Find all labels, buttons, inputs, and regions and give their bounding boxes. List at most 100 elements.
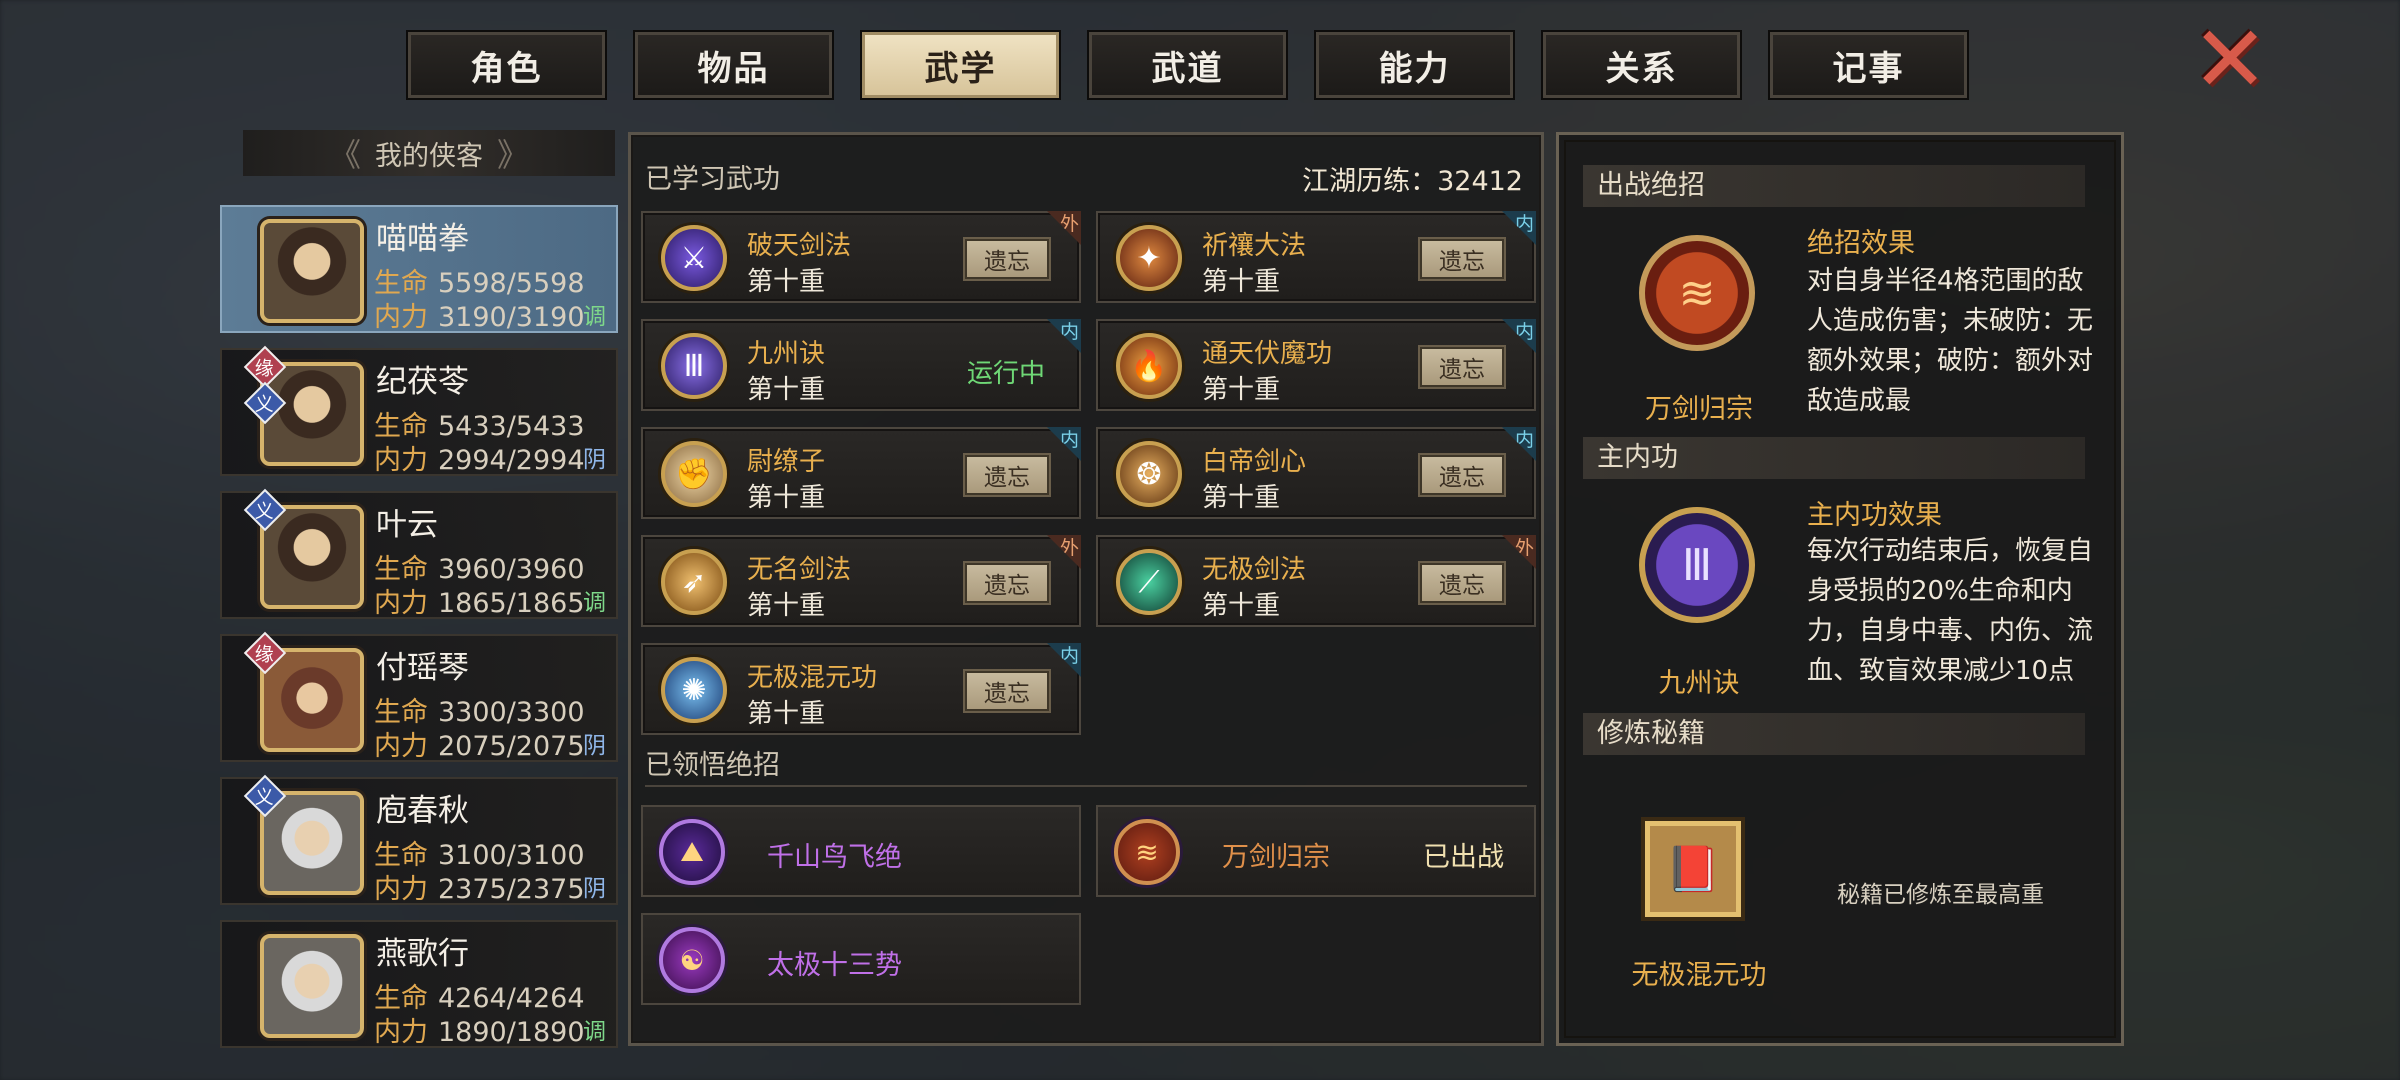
tab-abilities[interactable]: 能力 [1314, 30, 1515, 100]
inner-effect-title: 主内功效果 [1807, 500, 1942, 531]
skill-card[interactable]: Ⅲ 九州诀 第十重 运行中 内 [641, 319, 1081, 411]
vortex-icon: ✺ [661, 657, 727, 723]
tab-martial-way[interactable]: 武道 [1087, 30, 1288, 100]
skills-panel: 已学习武功 江湖历练：32412 ⚔ 破天剑法 第十重 遗忘 外 ✦ 祈禳大法 … [628, 132, 1544, 1046]
hero-row[interactable]: 喵喵拳 生命 5598/5598 内力 3190/3190 调 [220, 205, 618, 333]
fist-icon: ✊ [661, 441, 727, 507]
jianghu-experience: 江湖历练：32412 [1302, 166, 1523, 197]
skill-card[interactable]: ✺ 无极混元功 第十重 遗忘 内 [641, 643, 1081, 735]
internal-badge: 内 [1047, 319, 1081, 353]
hero-attribute: 调 [583, 590, 606, 616]
chevron-right-icon[interactable]: 》 [497, 130, 529, 176]
skill-level: 第十重 [747, 267, 826, 297]
sword-slash-icon: ⚔ [661, 225, 727, 291]
hero-name: 庖春秋 [376, 793, 469, 829]
forget-button[interactable]: 遗忘 [1418, 237, 1506, 281]
sword-strike-icon: ➶ [661, 549, 727, 615]
tab-relations[interactable]: 关系 [1541, 30, 1742, 100]
skill-card[interactable]: ❂ 白帝剑心 第十重 遗忘 内 [1096, 427, 1536, 519]
manual-note: 秘籍已修炼至最高重 [1837, 882, 2044, 908]
hero-row[interactable]: 燕歌行 生命 4264/4264 内力 1890/1890 调 [220, 920, 618, 1048]
battle-ultimate-name: 万剑归宗 [1645, 394, 1753, 425]
hero-row[interactable]: 缘 义 纪茯苓 生命 5433/5433 内力 2994/2994 阴 [220, 345, 618, 476]
forget-button[interactable]: 遗忘 [963, 561, 1051, 605]
battle-ultimate-header: 出战绝招 [1583, 165, 2085, 207]
hero-name: 叶云 [376, 507, 438, 543]
roster-title: 我的侠客 [375, 140, 483, 172]
hero-attribute: 阴 [583, 733, 606, 759]
tab-character[interactable]: 角色 [406, 30, 607, 100]
ultimate-card[interactable]: ⛰ 千山鸟飞绝 [641, 805, 1081, 897]
manual-emblem: 📕 无极混元功 [1599, 775, 1799, 995]
hero-name: 纪茯苓 [376, 364, 469, 400]
tab-journal[interactable]: 记事 [1768, 30, 1969, 100]
roster-header: 《 我的侠客 》 [243, 130, 615, 176]
deployed-status: 已出战 [1423, 842, 1504, 873]
forget-button[interactable]: 遗忘 [963, 453, 1051, 497]
tiger-icon: ❂ [1116, 441, 1182, 507]
flame-icon: 🔥 [1116, 333, 1182, 399]
hero-list: 喵喵拳 生命 5598/5598 内力 3190/3190 调 缘 义 纪茯苓 生命… [220, 205, 618, 1063]
forget-button[interactable]: 遗忘 [963, 237, 1051, 281]
main-inner-name: 九州诀 [1658, 668, 1740, 699]
skill-level: 第十重 [1202, 591, 1281, 621]
detail-panel: 出战绝招 ≋ 万剑归宗 绝招效果 对自身半径4格范围的敌人造成伤害；未破防：无额… [1556, 132, 2124, 1046]
chevron-left-icon[interactable]: 《 [329, 130, 361, 176]
ultimate-card[interactable]: ≋ 万剑归宗 已出战 [1096, 805, 1536, 897]
hero-mp: 内力 3190/3190 [374, 302, 585, 333]
skill-level: 第十重 [1202, 483, 1281, 513]
forget-button[interactable]: 遗忘 [1418, 561, 1506, 605]
skill-card[interactable]: ⟋ 无极剑法 第十重 遗忘 外 [1096, 535, 1536, 627]
hero-row[interactable]: 缘 付瑶琴 生命 3300/3300 内力 2075/2075 阴 [220, 631, 618, 762]
tab-martial-arts[interactable]: 武学 [860, 30, 1061, 100]
skill-level: 第十重 [1202, 375, 1281, 405]
skill-card[interactable]: 🔥 通天伏魔功 第十重 遗忘 内 [1096, 319, 1536, 411]
skill-card[interactable]: ✦ 祈禳大法 第十重 遗忘 内 [1096, 211, 1536, 303]
skill-card[interactable]: ➶ 无名剑法 第十重 遗忘 外 [641, 535, 1081, 627]
internal-badge: 内 [1502, 211, 1536, 245]
hero-row[interactable]: 义 庖春秋 生命 3100/3100 内力 2375/2375 阴 [220, 774, 618, 905]
skill-name: 尉缭子 [747, 447, 826, 477]
hero-name: 付瑶琴 [376, 650, 469, 686]
hero-mp: 内力 1890/1890 [374, 1017, 585, 1048]
external-badge: 外 [1047, 535, 1081, 569]
hero-mp: 内力 2375/2375 [374, 874, 585, 905]
section-divider [645, 785, 1527, 787]
forget-button[interactable]: 遗忘 [963, 669, 1051, 713]
skill-name: 白帝剑心 [1202, 447, 1307, 477]
skill-name: 无名剑法 [747, 555, 852, 585]
avatar [260, 219, 364, 323]
ultimate-name: 太极十三势 [767, 950, 902, 981]
close-icon: ✕ [2191, 6, 2269, 113]
skill-name: 祈禳大法 [1202, 231, 1307, 261]
taiji-icon: ☯ [659, 927, 725, 993]
ultimates-title: 已领悟绝招 [645, 750, 780, 781]
skill-card[interactable]: ⚔ 破天剑法 第十重 遗忘 外 [641, 211, 1081, 303]
avatar [260, 934, 364, 1038]
star-burst-icon: ✦ [1116, 225, 1182, 291]
skill-name: 无极剑法 [1202, 555, 1307, 585]
inner-effect-text: 每次行动结束后，恢复自身受损的20%生命和内力，自身中毒、内伤、流血、致盲效果减… [1807, 536, 2094, 686]
hero-mp: 内力 2994/2994 [374, 445, 585, 476]
internal-badge: 内 [1047, 643, 1081, 677]
ultimate-card[interactable]: ☯ 太极十三势 [641, 913, 1081, 1005]
skill-level: 第十重 [747, 375, 826, 405]
running-status: 运行中 [966, 359, 1045, 389]
hero-attribute: 调 [583, 1019, 606, 1045]
ultimate-name: 千山鸟飞绝 [767, 842, 902, 873]
forget-button[interactable]: 遗忘 [1418, 453, 1506, 497]
book-icon: 📕 [1645, 821, 1741, 917]
ultimate-name: 万剑归宗 [1222, 842, 1330, 873]
main-inner-header: 主内功 [1583, 437, 2085, 479]
skill-card[interactable]: ✊ 尉缭子 第十重 遗忘 内 [641, 427, 1081, 519]
forget-button[interactable]: 遗忘 [1418, 345, 1506, 389]
battle-ultimate-emblem: ≋ 万剑归宗 [1599, 215, 1799, 435]
tab-items[interactable]: 物品 [633, 30, 834, 100]
hero-mp: 内力 2075/2075 [374, 731, 585, 762]
sword-rain-icon: ≋ [1639, 235, 1755, 351]
external-badge: 外 [1502, 535, 1536, 569]
hero-row[interactable]: 义 叶云 生命 3960/3960 内力 1865/1865 调 [220, 488, 618, 619]
pillars-icon: Ⅲ [661, 333, 727, 399]
mountain-icon: ⛰ [659, 819, 725, 885]
close-button[interactable]: ✕ [2190, 14, 2270, 106]
